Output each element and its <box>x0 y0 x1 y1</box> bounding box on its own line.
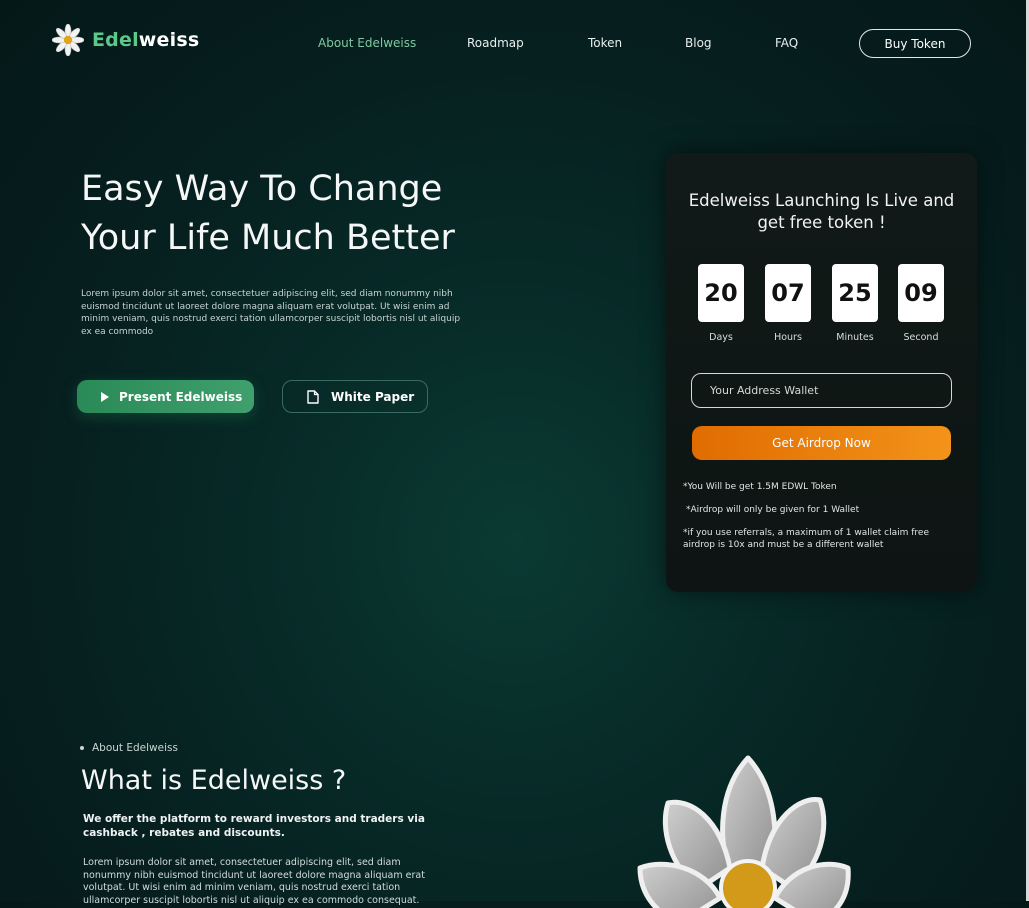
about-kicker: About Edelweiss <box>80 742 178 754</box>
airdrop-note-2: *Airdrop will only be given for 1 Wallet <box>686 505 860 515</box>
get-airdrop-button[interactable]: Get Airdrop Now <box>692 426 951 460</box>
nav-link-about[interactable]: About Edelweiss <box>318 36 416 50</box>
bullet-dot <box>80 746 84 750</box>
document-icon <box>307 389 319 404</box>
white-paper-button[interactable]: White Paper <box>282 380 428 413</box>
countdown-label: Minutes <box>836 332 874 343</box>
countdown-hours: 07 Hours <box>765 264 811 343</box>
countdown-value: 07 <box>765 264 811 322</box>
play-icon <box>101 391 109 402</box>
countdown-label: Second <box>903 332 939 343</box>
nav-link-faq[interactable]: FAQ <box>775 36 798 50</box>
top-nav: Edelweiss About Edelweiss Roadmap Token … <box>52 24 971 64</box>
airdrop-note-1: *You Will be get 1.5M EDWL Token <box>683 482 837 492</box>
nav-link-blog[interactable]: Blog <box>685 36 712 50</box>
edelweiss-flower-icon <box>52 24 84 56</box>
launch-title: Edelweiss Launching Is Live and get free… <box>688 191 955 232</box>
nav-link-token[interactable]: Token <box>588 36 622 50</box>
launch-card: Edelweiss Launching Is Live and get free… <box>666 153 977 592</box>
countdown-value: 25 <box>832 264 878 322</box>
countdown-value: 20 <box>698 264 744 322</box>
hero-title: Easy Way To Change Your Life Much Better <box>81 165 521 263</box>
countdown-label: Days <box>709 332 733 343</box>
wallet-address-input[interactable] <box>691 373 952 408</box>
hero-title-line2: Your Life Much Better <box>81 218 455 258</box>
countdown-label: Hours <box>774 332 802 343</box>
about-title: What is Edelweiss ? <box>81 765 347 796</box>
brand-name: Edelweiss <box>92 29 200 51</box>
white-paper-label: White Paper <box>331 389 415 404</box>
countdown-minutes: 25 Minutes <box>832 264 878 343</box>
hero-title-line1: Easy Way To Change <box>81 169 443 209</box>
airdrop-note-3: *if you use referrals, a maximum of 1 wa… <box>683 528 929 550</box>
nav-link-roadmap[interactable]: Roadmap <box>467 36 524 50</box>
present-edelweiss-button[interactable]: Present Edelweiss <box>77 380 254 413</box>
about-kicker-label: About Edelweiss <box>92 742 178 754</box>
countdown-value: 09 <box>898 264 944 322</box>
countdown-seconds: 09 Second <box>898 264 944 343</box>
buy-token-button[interactable]: Buy Token <box>859 29 971 58</box>
present-button-label: Present Edelweiss <box>119 389 243 404</box>
about-subtitle: We offer the platform to reward investor… <box>83 813 425 839</box>
countdown-days: 20 Days <box>698 264 744 343</box>
brand-logo[interactable]: Edelweiss <box>52 24 199 56</box>
hero-description: Lorem ipsum dolor sit amet, consectetuer… <box>81 289 461 337</box>
edelweiss-3d-flower-illustration <box>637 755 851 908</box>
about-body: Lorem ipsum dolor sit amet, consectetuer… <box>83 857 425 906</box>
